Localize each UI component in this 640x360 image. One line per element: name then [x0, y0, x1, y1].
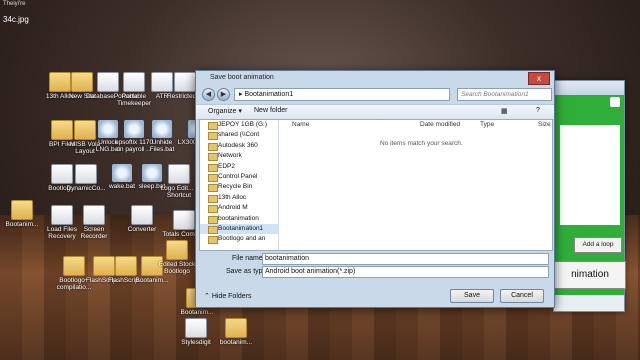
tree-item[interactable]: Recycle Bin: [200, 182, 278, 193]
tree-item[interactable]: 13th Alloc: [200, 193, 278, 204]
tree-item[interactable]: shared (\\Cont: [200, 130, 278, 141]
folder-icon: [11, 200, 33, 220]
dialog-body: JEPOY 1GB (G:) shared (\\Cont Autodesk 360…: [199, 119, 553, 251]
file-icon: [185, 318, 207, 338]
back-icon[interactable]: ◀: [202, 88, 215, 101]
desktop-icon-label: Bootlogo+ compilatio...: [56, 277, 92, 291]
gear-icon: [152, 120, 172, 138]
chevron-up-icon: ⌃: [204, 293, 212, 300]
col-size[interactable]: Size: [538, 121, 551, 128]
file-icon: [51, 205, 73, 225]
forward-icon[interactable]: ▶: [216, 88, 230, 101]
desktop-icon-label: Bootanim...: [5, 221, 39, 228]
tree-item[interactable]: Control Panel: [200, 172, 278, 183]
save-dialog: Save boot animation x ◀ ▶ ▸ Bootanimatio…: [195, 70, 555, 308]
dialog-title: Save boot animation x: [196, 71, 554, 85]
file-icon: [83, 205, 105, 225]
app-preview-box: [560, 125, 620, 225]
desktop-icon[interactable]: Converter: [120, 205, 164, 233]
desktop-top-label: Theiyi're: [3, 1, 26, 7]
tree-item[interactable]: Bootlogo and an: [200, 234, 278, 245]
col-type[interactable]: Type: [480, 121, 494, 128]
desktop-icon[interactable]: Bootanim...: [0, 200, 44, 228]
file-name-label: File name:: [232, 255, 265, 262]
desktop-icon[interactable]: bootanim...: [214, 318, 258, 346]
dialog-title-text: Save boot animation: [210, 74, 274, 81]
file-name-input[interactable]: bootanimation: [262, 253, 549, 265]
save-type-select[interactable]: Android boot animation(*.zip): [262, 266, 549, 278]
file-icon: [168, 164, 190, 184]
desktop-icon[interactable]: Stylesdigit: [174, 318, 218, 346]
view-icon[interactable]: ▦: [501, 107, 508, 115]
background-app-window[interactable]: Add a loop nimation: [553, 80, 626, 312]
gear-icon: [112, 164, 132, 182]
file-icon: [173, 210, 195, 230]
save-button[interactable]: Save: [450, 289, 494, 303]
file-icon: [174, 72, 196, 92]
desktop-icon[interactable]: Bootlogo+ compilatio...: [52, 256, 96, 291]
col-name[interactable]: Name: [292, 121, 309, 128]
folder-icon: [225, 318, 247, 338]
desktop-file-label: 34c.jpg: [3, 15, 29, 24]
nav-buttons: ◀ ▶: [202, 88, 232, 101]
file-icon: [131, 205, 153, 225]
search-input[interactable]: Search Bootanimation1: [457, 88, 552, 101]
desktop-icon-label: bootanim...: [219, 339, 253, 346]
tree-item[interactable]: Network: [200, 151, 278, 162]
column-headers: Name Date modified Type Size: [280, 120, 552, 130]
app-title-bar: [554, 81, 624, 95]
tree-item[interactable]: bootanimation: [200, 214, 278, 224]
tree-item[interactable]: Autodesk 360: [200, 141, 278, 152]
tree-item[interactable]: Android M: [200, 203, 278, 214]
desktop-icon[interactable]: Edited Stock Bootlogo: [155, 240, 199, 275]
col-date[interactable]: Date modified: [420, 121, 460, 128]
animation-button[interactable]: nimation: [554, 261, 626, 289]
hide-folders-toggle[interactable]: ⌃ Hide Folders: [204, 292, 252, 300]
add-loop-button[interactable]: Add a loop: [574, 237, 622, 253]
tree-item[interactable]: JEPOY 1GB (G:): [200, 120, 278, 131]
desktop-icon[interactable]: Screen Recorder: [72, 205, 116, 240]
navigation-tree: JEPOY 1GB (G:) shared (\\Cont Autodesk 360…: [200, 120, 279, 250]
address-bar: ◀ ▶ ▸ Bootanimation1 Search Bootanimatio…: [202, 88, 552, 101]
help-icon[interactable]: ?: [536, 107, 540, 114]
desktop-icon-label: Screen Recorder: [80, 226, 108, 240]
hide-folders-text: Hide Folders: [211, 293, 252, 300]
path-field[interactable]: ▸ Bootanimation1: [234, 88, 450, 101]
folder-icon: [166, 240, 188, 260]
tree-item[interactable]: Bootanimation1: [200, 223, 278, 235]
toolbar: Organize ▾ New folder ▦ ?: [196, 104, 554, 120]
cancel-button[interactable]: Cancel: [500, 289, 544, 303]
home-icon[interactable]: [610, 97, 620, 107]
desktop-icon-label: Bootanim...: [135, 277, 169, 284]
desktop-icon-label: Edited Stock Bootlogo: [158, 261, 196, 275]
file-icon: [75, 164, 97, 184]
path-text: Bootanimation1: [244, 91, 294, 98]
desktop-icon-label: Converter: [127, 226, 157, 233]
empty-message: No items match your search.: [380, 140, 463, 147]
organize-button[interactable]: Organize ▾: [208, 107, 242, 115]
new-folder-button[interactable]: New folder: [254, 107, 287, 114]
folder-icon: [63, 256, 85, 276]
tree-item[interactable]: EDP2: [200, 162, 278, 172]
desktop-icon-label: Stylesdigit: [181, 339, 211, 346]
close-button[interactable]: x: [528, 72, 550, 85]
desktop-icon-label: Bootanim...: [180, 309, 214, 316]
